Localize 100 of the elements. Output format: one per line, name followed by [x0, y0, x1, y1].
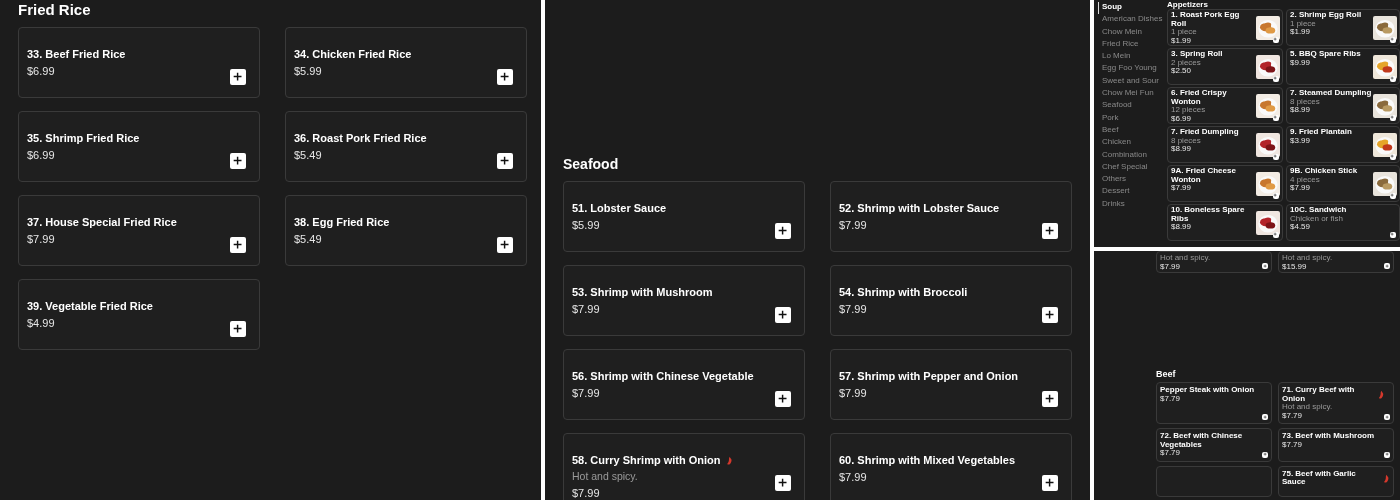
menu-card[interactable]: 5. BBQ Spare Ribs $9.99	[1286, 48, 1400, 85]
menu-card[interactable]: 34. Chicken Fried Rice $5.99	[285, 27, 527, 98]
menu-card[interactable]: 53. Shrimp with Mushroom $7.99	[563, 265, 805, 336]
menu-card[interactable]: 54. Shrimp with Broccoli $7.99	[830, 265, 1072, 336]
category-tab[interactable]: Pork	[1098, 112, 1166, 125]
dish-name: 9B. Chicken Stick	[1290, 167, 1358, 176]
category-tab[interactable]: Chow Mei Fun	[1098, 88, 1166, 101]
dish-description: Chicken or fish	[1290, 214, 1344, 223]
dish-name: 5. BBQ Spare Ribs	[1290, 50, 1361, 59]
category-tab[interactable]: Beef	[1098, 124, 1166, 138]
menu-card[interactable]: 10. Boneless Spare Ribs $8.99	[1167, 204, 1283, 241]
dish-price: $7.79	[1160, 449, 1181, 458]
dish-price: $5.49	[294, 149, 323, 161]
dish-description: 4 pieces	[1290, 175, 1321, 184]
dish-price: $3.99	[1290, 136, 1312, 145]
dish-name: 73. Beef with Mushroom	[1282, 432, 1374, 441]
menu-card[interactable]: 33. Beef Fried Rice $6.99	[18, 27, 260, 98]
dish-name: 57. Shrimp with Pepper and Onion	[839, 370, 1019, 382]
dish-price: $7.99	[839, 303, 868, 315]
section-heading: Fried Rice	[18, 1, 92, 18]
dish-name: 51. Lobster Sauce	[572, 202, 667, 214]
dish-price: $7.99	[839, 387, 868, 399]
menu-card[interactable]: 1. Roast Pork Egg Roll 1 piece $1.99	[1167, 9, 1283, 46]
menu-card[interactable]: 7. Fried Dumpling 8 pieces $8.99	[1167, 126, 1283, 163]
dish-name: 39. Vegetable Fried Rice	[27, 300, 153, 312]
dish-price: $5.99	[294, 65, 323, 77]
menu-card[interactable]: 72. Beef with Chinese Vegetables $7.79	[1156, 428, 1272, 462]
dish-price: $7.99	[839, 471, 868, 483]
menu-card[interactable]: 9. Fried Plantain $3.99	[1286, 126, 1400, 163]
menu-card[interactable]: 75. Beef with Garlic Sauce	[1278, 465, 1394, 497]
menu-card[interactable]: 35. Shrimp Fried Rice $6.99	[18, 111, 260, 182]
menu-card[interactable]: 3. Spring Roll 2 pieces $2.50	[1167, 48, 1283, 85]
menu-card[interactable]: 56. Shrimp with Chinese Vegetable $7.99	[563, 349, 805, 420]
dish-description: Hot and spicy.	[1282, 403, 1334, 412]
dish-name: 3. Spring Roll	[1171, 50, 1223, 58]
category-tab[interactable]: Dessert	[1098, 186, 1166, 199]
section-heading: Appetizers	[1167, 0, 1209, 9]
category-tab[interactable]: Sweet and Sour	[1098, 75, 1166, 89]
dish-price: $7.99	[1290, 184, 1311, 193]
category-tab[interactable]: Soup	[1098, 2, 1166, 15]
dish-name: 58. Curry Shrimp with Onion	[572, 454, 721, 466]
menu-card[interactable]: Hot and spicy. $15.99	[1278, 251, 1394, 273]
menu-card[interactable]: 58. Curry Shrimp with Onion Hot and spicy. $7.99	[563, 433, 805, 500]
menu-card[interactable]: 37. House Special Fried Rice $7.99	[18, 195, 260, 266]
dish-price: $2.50	[1171, 67, 1192, 76]
dish-price: $5.99	[572, 219, 601, 231]
menu-card[interactable]: 9B. Chicken Stick 4 pieces $7.99	[1286, 165, 1400, 202]
section-heading: Seafood	[563, 156, 620, 172]
dish-price: $8.99	[1171, 145, 1192, 154]
dish-name: 34. Chicken Fried Rice	[294, 48, 412, 60]
dish-price: $4.99	[27, 317, 56, 329]
dish-price: $6.99	[27, 65, 56, 77]
dish-price: $7.99	[572, 387, 601, 399]
menu-card[interactable]: 52. Shrimp with Lobster Sauce $7.99	[830, 181, 1072, 252]
menu-card[interactable]: 51. Lobster Sauce $5.99	[563, 181, 805, 252]
menu-card[interactable]: 71. Curry Beef with Onion Hot and spicy. $7.79	[1278, 382, 1394, 424]
category-tab[interactable]: Drinks	[1098, 198, 1166, 212]
menu-card[interactable]: 39. Vegetable Fried Rice $4.99	[18, 279, 260, 350]
dish-name: 1. Roast Pork Egg Roll	[1171, 11, 1241, 28]
dish-name: 52. Shrimp with Lobster Sauce	[839, 202, 1000, 214]
section-heading: Beef	[1156, 369, 1177, 379]
category-tab[interactable]: Fried Rice	[1098, 38, 1166, 52]
category-tab[interactable]: Lo Mein	[1098, 51, 1166, 64]
dish-name: 36. Roast Pork Fried Rice	[294, 132, 427, 144]
menu-card[interactable]: 2. Shrimp Egg Roll 1 piece $1.99	[1286, 9, 1400, 46]
dish-price: $7.99	[572, 303, 601, 315]
menu-card[interactable]: 73. Beef with Mushroom $7.79	[1278, 428, 1394, 462]
dish-name: 10C. Sandwich	[1290, 206, 1347, 215]
menu-card[interactable]: 60. Shrimp with Mixed Vegetables $7.99	[830, 433, 1072, 500]
menu-card[interactable]: Pepper Steak with Onion $7.79	[1156, 382, 1272, 424]
menu-card[interactable]: 7. Steamed Dumpling 8 pieces $8.99	[1286, 87, 1400, 124]
menu-card[interactable]: 38. Egg Fried Rice $5.49	[285, 195, 527, 266]
dish-name: 71. Curry Beef with Onion	[1282, 386, 1356, 403]
menu-card[interactable]: 10C. Sandwich Chicken or fish $4.59	[1286, 204, 1400, 241]
dish-price: $6.99	[27, 149, 56, 161]
category-tab[interactable]: Chef Special	[1098, 161, 1166, 175]
dish-description: 8 pieces	[1171, 136, 1202, 145]
category-tab[interactable]: Chow Mein	[1098, 26, 1166, 39]
menu-card[interactable]: 6. Fried Crispy Wonton 12 pieces $6.99	[1167, 87, 1283, 124]
dish-name: 38. Egg Fried Rice	[294, 216, 390, 228]
category-tab[interactable]: Chicken	[1098, 137, 1166, 150]
dish-name: 56. Shrimp with Chinese Vegetable	[572, 370, 754, 382]
dish-name: 75. Beef with Garlic Sauce	[1282, 469, 1357, 487]
dish-price: $5.49	[294, 233, 323, 245]
category-tab[interactable]: American Dishes	[1098, 14, 1166, 27]
category-tab[interactable]: Others	[1098, 174, 1166, 187]
menu-card[interactable]: 9A. Fried Cheese Wonton $7.99	[1167, 165, 1283, 202]
dish-price: $7.79	[1282, 411, 1304, 420]
menu-card[interactable]: 36. Roast Pork Fried Rice $5.49	[285, 111, 527, 182]
category-tab[interactable]: Combination	[1098, 149, 1166, 162]
menu-card[interactable]: Hot and spicy. $7.99	[1156, 251, 1272, 273]
dish-description: 1 piece	[1171, 28, 1198, 36]
menu-card[interactable]: 57. Shrimp with Pepper and Onion $7.99	[830, 349, 1072, 420]
dish-name: 9. Fried Plantain	[1290, 128, 1352, 137]
category-tab[interactable]: Seafood	[1098, 100, 1166, 113]
dish-description: Hot and spicy.	[1160, 254, 1212, 263]
dish-price: $9.99	[1290, 58, 1311, 67]
dish-price: $6.99	[1171, 114, 1192, 123]
category-tab[interactable]: Egg Foo Young	[1098, 63, 1166, 76]
dish-name: 35. Shrimp Fried Rice	[27, 132, 140, 144]
